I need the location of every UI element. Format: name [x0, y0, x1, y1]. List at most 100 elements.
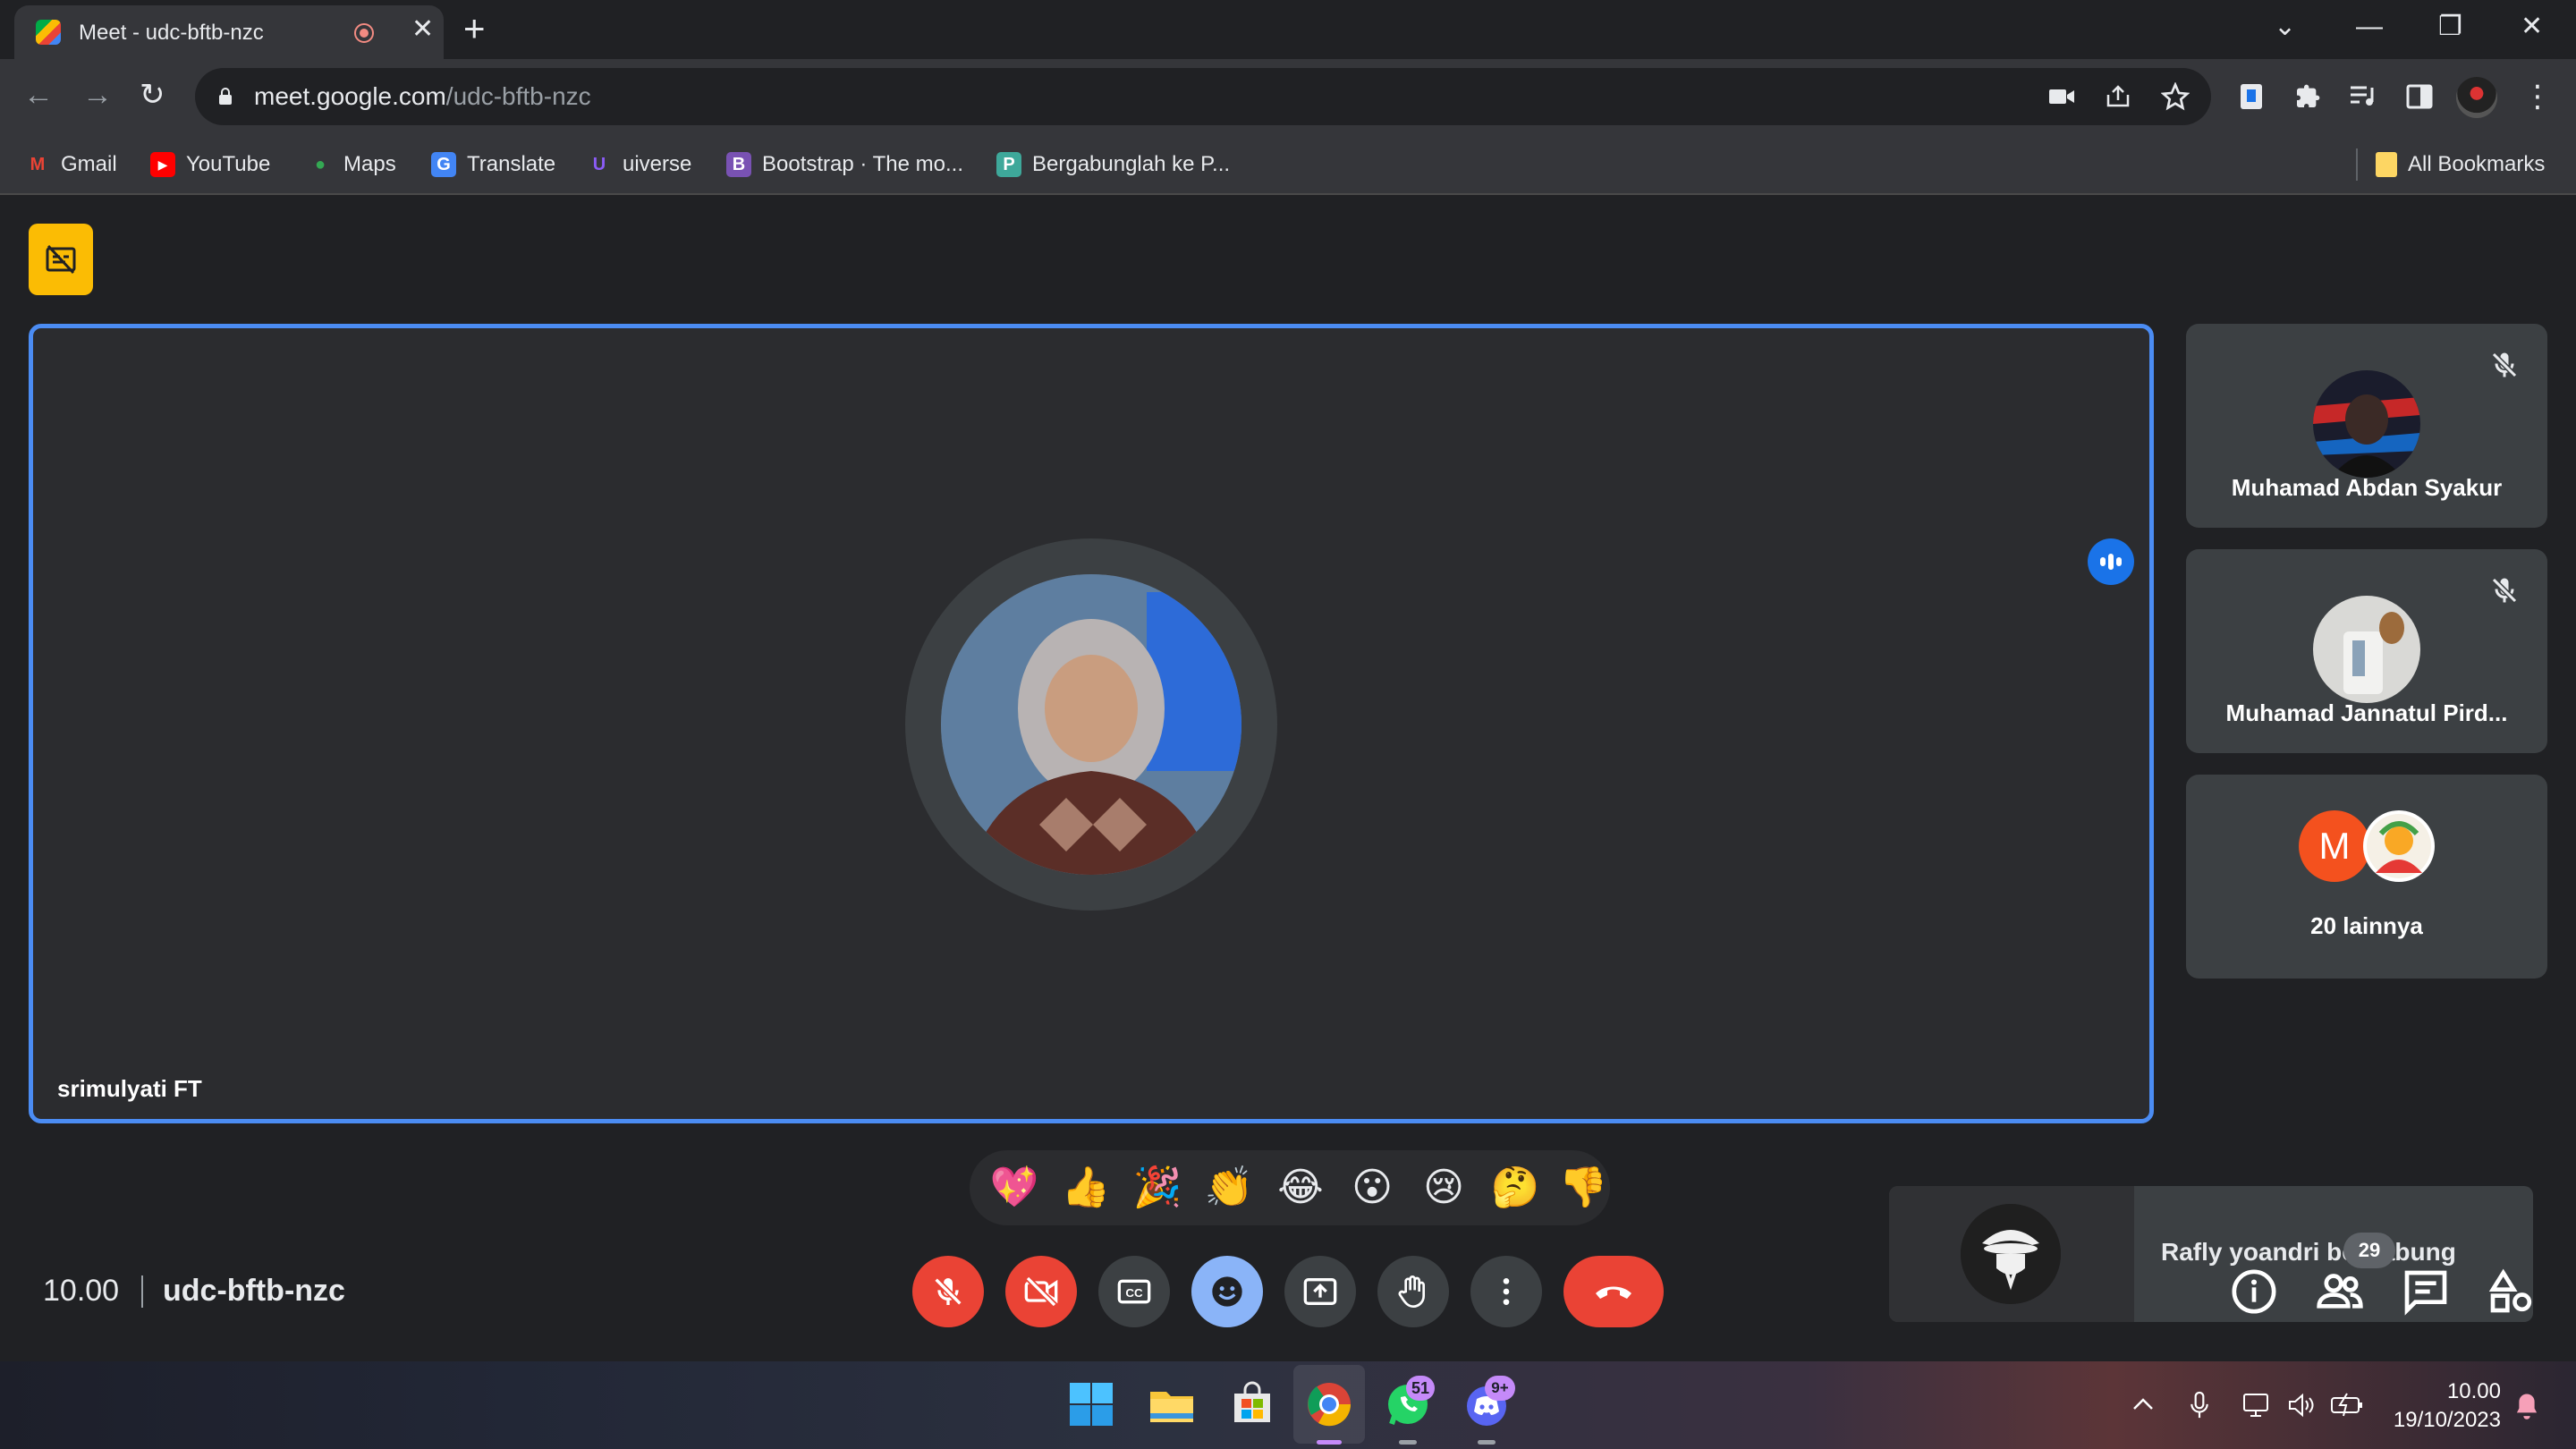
file-explorer-icon[interactable] [1147, 1379, 1197, 1429]
tab-close-button[interactable]: ✕ [411, 16, 434, 43]
bookmark-star-icon[interactable] [2161, 82, 2190, 111]
minimize-button[interactable]: — [2356, 9, 2383, 45]
captions-button[interactable]: CC [1098, 1256, 1170, 1327]
chrome-active-indicator [1317, 1440, 1342, 1445]
taskbar-date[interactable]: 19/10/2023 [2367, 1408, 2501, 1433]
lock-icon[interactable] [218, 88, 233, 106]
share-icon[interactable] [2106, 84, 2132, 109]
browser-tab-strip: Meet - udc-bftb-nzc ✕ + ⌄ — ❐ ✕ [0, 0, 2576, 59]
back-button[interactable]: ← [23, 77, 54, 113]
browser-toolbar: ← → ↻ meet.google.com/udc-bftb-nzc ⋮ [0, 59, 2576, 136]
participant-tile[interactable]: Muhamad Jannatul Pird... [2186, 549, 2547, 753]
maps-icon: ● [314, 155, 326, 174]
url-path: /udc-bftb-nzc [445, 82, 591, 110]
present-screen-icon [1303, 1278, 1337, 1305]
page-icon: P [996, 152, 1021, 177]
meeting-details-icon[interactable] [2229, 1267, 2279, 1317]
bookmark-youtube[interactable]: ▶ YouTube [150, 148, 270, 181]
browser-tab-meet[interactable]: Meet - udc-bftb-nzc ✕ [14, 5, 444, 59]
closed-captions-icon: CC [1117, 1279, 1151, 1304]
bookmarks-bar: M Gmail ▶ YouTube ● Maps G Translate U u… [0, 136, 2576, 195]
youtube-icon: ▶ [150, 152, 175, 177]
reaction-clapping[interactable]: 👏 [1202, 1163, 1256, 1213]
url-text[interactable]: meet.google.com/udc-bftb-nzc [254, 82, 591, 111]
volume-icon[interactable] [2286, 1390, 2317, 1420]
gmail-icon: M [30, 155, 46, 174]
camera-in-use-icon[interactable] [2048, 86, 2075, 107]
show-hidden-icons-chevron[interactable] [2131, 1394, 2156, 1415]
battery-charging-icon[interactable] [2329, 1392, 2365, 1419]
bookmark-bergabunglah[interactable]: P Bergabunglah ke P... [996, 148, 1230, 181]
media-controls-icon[interactable] [2349, 84, 2377, 109]
reaction-party-popper[interactable]: 🎉 [1131, 1163, 1184, 1213]
camera-off-icon [1024, 1275, 1058, 1308]
people-icon[interactable] [2315, 1267, 2365, 1317]
extension-icon[interactable] [2238, 82, 2265, 111]
meeting-code[interactable]: udc-bftb-nzc [163, 1274, 345, 1309]
recording-icon [354, 23, 374, 43]
forward-button[interactable]: → [82, 77, 113, 113]
more-vertical-icon [1503, 1278, 1510, 1305]
folder-icon [2376, 152, 2397, 177]
present-screen-button[interactable] [1284, 1256, 1356, 1327]
mic-off-icon [2491, 352, 2518, 378]
discord-badge: 9+ [1485, 1376, 1515, 1401]
notification-text: Rafly yoandri bergabung [2161, 1238, 2456, 1266]
bookmark-maps[interactable]: ● Maps [308, 148, 396, 181]
chrome-taskbar-icon[interactable] [1304, 1379, 1354, 1429]
captions-off-badge[interactable] [29, 224, 93, 295]
network-icon[interactable] [2241, 1390, 2272, 1420]
reload-button[interactable]: ↻ [140, 77, 165, 113]
reaction-thumbs-up[interactable]: 👍 [1059, 1163, 1113, 1213]
whatsapp-running-indicator [1399, 1440, 1417, 1445]
speaker-avatar [941, 574, 1241, 875]
reaction-surprised[interactable]: 😮 [1345, 1163, 1399, 1213]
bookmark-uiverse[interactable]: U uiverse [587, 148, 692, 181]
close-window-button[interactable]: ✕ [2521, 9, 2543, 45]
windows-start-icon[interactable] [1066, 1379, 1116, 1429]
new-tab-button[interactable]: + [463, 9, 486, 48]
microphone-tray-icon[interactable] [2188, 1390, 2211, 1420]
bookmark-gmail[interactable]: M Gmail [25, 148, 117, 181]
info-divider [141, 1275, 143, 1308]
microsoft-store-icon[interactable] [1227, 1379, 1277, 1429]
uiverse-icon: U [592, 155, 606, 174]
profile-avatar[interactable] [2456, 77, 2497, 118]
reaction-thinking[interactable]: 🤔 [1488, 1163, 1542, 1213]
reactions-button[interactable] [1191, 1256, 1263, 1327]
participant-avatar [2313, 596, 2420, 703]
all-bookmarks-button[interactable]: All Bookmarks [2376, 148, 2545, 181]
others-tile[interactable]: M 20 lainnya [2186, 775, 2547, 979]
chrome-menu-icon[interactable]: ⋮ [2522, 79, 2553, 114]
notification-bell-icon[interactable] [2513, 1392, 2540, 1420]
activities-icon[interactable] [2487, 1267, 2537, 1317]
captions-off-icon [46, 244, 76, 275]
reaction-thumbs-down[interactable]: 👎 [1556, 1163, 1610, 1213]
side-panel-icon[interactable] [2406, 84, 2433, 109]
raise-hand-button[interactable] [1377, 1256, 1449, 1327]
extensions-puzzle-icon[interactable] [2293, 82, 2322, 111]
chat-icon[interactable] [2401, 1267, 2451, 1317]
bookmark-translate[interactable]: G Translate [431, 148, 555, 181]
mic-off-icon [2491, 577, 2518, 604]
reactions-bar: 💖 👍 🎉 👏 😂 😮 😢 🤔 👎 [970, 1150, 1610, 1225]
taskbar-time[interactable]: 10.00 [2411, 1379, 2501, 1404]
raise-hand-icon [1398, 1275, 1425, 1309]
restore-button[interactable]: ❐ [2438, 9, 2462, 45]
bookmark-label: Bootstrap · The mo... [762, 152, 963, 176]
mic-toggle-button[interactable] [912, 1256, 984, 1327]
camera-toggle-button[interactable] [1005, 1256, 1077, 1327]
translate-icon: G [431, 152, 456, 177]
address-bar[interactable]: meet.google.com/udc-bftb-nzc [195, 68, 2211, 125]
bookmark-bootstrap[interactable]: B Bootstrap · The mo... [726, 148, 963, 181]
reaction-laughing[interactable]: 😂 [1274, 1163, 1327, 1213]
participant-tile[interactable]: Muhamad Abdan Syakur [2186, 324, 2547, 528]
tab-search-button[interactable]: ⌄ [2274, 9, 2296, 45]
reaction-crying[interactable]: 😢 [1417, 1163, 1470, 1213]
reaction-sparkling-heart[interactable]: 💖 [987, 1163, 1041, 1213]
leave-call-button[interactable] [1563, 1256, 1664, 1327]
mic-off-icon [934, 1277, 962, 1306]
meeting-clock: 10.00 [43, 1274, 120, 1308]
all-bookmarks-label: All Bookmarks [2408, 152, 2546, 176]
more-options-button[interactable] [1470, 1256, 1542, 1327]
